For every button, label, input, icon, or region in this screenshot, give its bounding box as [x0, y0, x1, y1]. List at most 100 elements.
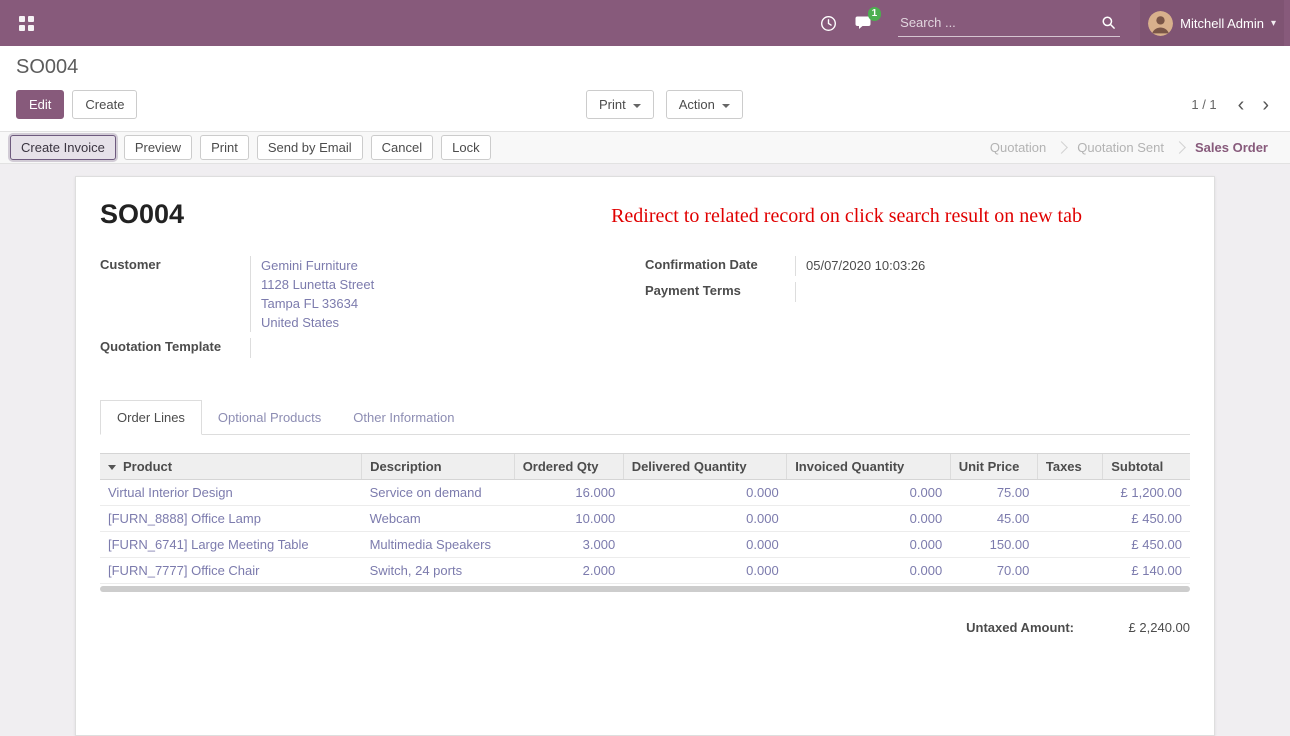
untaxed-amount-label: Untaxed Amount: [966, 620, 1074, 635]
field-groups: Customer Gemini Furniture 1128 Lunetta S… [100, 256, 1190, 364]
order-lines-table: Product Description Ordered Qty Delivere… [100, 453, 1190, 584]
record-sheet: SO004 Redirect to related record on clic… [75, 176, 1215, 736]
action-label: Action [679, 97, 715, 112]
stage-quotation-sent[interactable]: Quotation Sent [1065, 140, 1176, 155]
cell-description[interactable]: Switch, 24 ports [362, 558, 515, 584]
quotation-template-value [250, 338, 645, 358]
breadcrumb: SO004 [16, 56, 1274, 79]
pager-next-button[interactable]: › [1257, 95, 1274, 115]
payment-terms-value [795, 282, 1190, 302]
caret-down-icon [722, 104, 730, 108]
status-pipeline: Quotation Quotation Sent Sales Order [978, 140, 1290, 155]
preview-button[interactable]: Preview [124, 135, 192, 160]
cell-subtotal: £ 450.00 [1103, 532, 1190, 558]
cell-description[interactable]: Webcam [362, 506, 515, 532]
create-invoice-button[interactable]: Create Invoice [10, 135, 116, 160]
field-group-left: Customer Gemini Furniture 1128 Lunetta S… [100, 256, 645, 364]
cell-ordered-qty: 10.000 [514, 506, 623, 532]
edit-button[interactable]: Edit [16, 90, 64, 119]
table-header-row: Product Description Ordered Qty Delivere… [100, 454, 1190, 480]
cell-description[interactable]: Multimedia Speakers [362, 532, 515, 558]
customer-field: Customer Gemini Furniture 1128 Lunetta S… [100, 256, 645, 332]
cell-product[interactable]: Virtual Interior Design [100, 480, 362, 506]
activities-button[interactable] [810, 0, 846, 46]
totals-section: Untaxed Amount: £ 2,240.00 [100, 620, 1190, 635]
column-invoiced-quantity[interactable]: Invoiced Quantity [787, 454, 951, 480]
field-group-right: Confirmation Date 05/07/2020 10:03:26 Pa… [645, 256, 1190, 364]
column-description[interactable]: Description [362, 454, 515, 480]
cell-taxes [1037, 532, 1102, 558]
app-window: 1 Mitchell Admin ▾ SO [0, 0, 1290, 736]
tab-order-lines[interactable]: Order Lines [100, 400, 202, 435]
main-content: SO004 Redirect to related record on clic… [0, 164, 1290, 736]
customer-street-link[interactable]: 1128 Lunetta Street [261, 275, 645, 294]
sort-desc-icon [108, 465, 116, 470]
column-product[interactable]: Product [100, 454, 362, 480]
column-ordered-qty[interactable]: Ordered Qty [514, 454, 623, 480]
cell-ordered-qty: 16.000 [514, 480, 623, 506]
cell-unit-price: 75.00 [950, 480, 1037, 506]
untaxed-amount-value: £ 2,240.00 [1100, 620, 1190, 635]
cell-product[interactable]: [FURN_8888] Office Lamp [100, 506, 362, 532]
tab-optional-products[interactable]: Optional Products [202, 401, 337, 434]
action-buttons: Print Action [137, 90, 1191, 119]
message-count-badge: 1 [868, 7, 882, 21]
table-row[interactable]: [FURN_7777] Office Chair Switch, 24 port… [100, 558, 1190, 584]
search-input[interactable] [898, 11, 1096, 34]
column-unit-price[interactable]: Unit Price [950, 454, 1037, 480]
column-product-label: Product [123, 459, 172, 474]
print-button[interactable]: Print [200, 135, 249, 160]
stage-quotation[interactable]: Quotation [978, 140, 1058, 155]
lock-button[interactable]: Lock [441, 135, 490, 160]
notebook-tabs: Order Lines Optional Products Other Info… [100, 400, 1190, 435]
cell-unit-price: 70.00 [950, 558, 1037, 584]
customer-label: Customer [100, 256, 250, 272]
sheet-header: SO004 Redirect to related record on clic… [100, 199, 1190, 230]
create-button[interactable]: Create [72, 90, 137, 119]
quotation-template-field: Quotation Template [100, 338, 645, 358]
quotation-template-label: Quotation Template [100, 338, 250, 354]
cell-invoiced-qty: 0.000 [787, 506, 951, 532]
column-taxes[interactable]: Taxes [1037, 454, 1102, 480]
cell-product[interactable]: [FURN_7777] Office Chair [100, 558, 362, 584]
confirmation-date-field: Confirmation Date 05/07/2020 10:03:26 [645, 256, 1190, 276]
payment-terms-label: Payment Terms [645, 282, 795, 298]
customer-country-link[interactable]: United States [261, 313, 645, 332]
send-by-email-button[interactable]: Send by Email [257, 135, 363, 160]
confirmation-date-value: 05/07/2020 10:03:26 [795, 256, 1190, 276]
customer-city-link[interactable]: Tampa FL 33634 [261, 294, 645, 313]
table-row[interactable]: Virtual Interior Design Service on deman… [100, 480, 1190, 506]
customer-name-link[interactable]: Gemini Furniture [261, 256, 645, 275]
cell-description[interactable]: Service on demand [362, 480, 515, 506]
column-delivered-quantity[interactable]: Delivered Quantity [623, 454, 787, 480]
search-icon[interactable] [1096, 11, 1120, 35]
table-row[interactable]: [FURN_6741] Large Meeting Table Multimed… [100, 532, 1190, 558]
cell-unit-price: 45.00 [950, 506, 1037, 532]
grid-icon [19, 16, 34, 31]
topbar-search [898, 10, 1120, 37]
cell-product[interactable]: [FURN_6741] Large Meeting Table [100, 532, 362, 558]
cancel-button[interactable]: Cancel [371, 135, 433, 160]
apps-menu-button[interactable] [10, 7, 42, 39]
confirmation-date-text: 05/07/2020 10:03:26 [806, 258, 925, 273]
pager-previous-button[interactable]: ‹ [1233, 95, 1250, 115]
customer-value: Gemini Furniture 1128 Lunetta Street Tam… [250, 256, 645, 332]
stage-sales-order[interactable]: Sales Order [1183, 140, 1280, 155]
messages-button[interactable]: 1 [846, 0, 882, 46]
action-dropdown-button[interactable]: Action [666, 90, 743, 119]
cell-invoiced-qty: 0.000 [787, 480, 951, 506]
print-dropdown-button[interactable]: Print [586, 90, 654, 119]
table-horizontal-scrollbar[interactable] [100, 586, 1190, 592]
column-subtotal[interactable]: Subtotal [1103, 454, 1190, 480]
statusbar-buttons: Create Invoice Preview Print Send by Ema… [10, 135, 978, 160]
cell-taxes [1037, 558, 1102, 584]
user-menu[interactable]: Mitchell Admin ▾ [1140, 0, 1284, 46]
cell-subtotal: £ 140.00 [1103, 558, 1190, 584]
cell-ordered-qty: 2.000 [514, 558, 623, 584]
tab-other-information[interactable]: Other Information [337, 401, 470, 434]
cell-ordered-qty: 3.000 [514, 532, 623, 558]
payment-terms-field: Payment Terms [645, 282, 1190, 302]
table-row[interactable]: [FURN_8888] Office Lamp Webcam 10.000 0.… [100, 506, 1190, 532]
avatar [1148, 11, 1173, 36]
cell-delivered-qty: 0.000 [623, 558, 787, 584]
